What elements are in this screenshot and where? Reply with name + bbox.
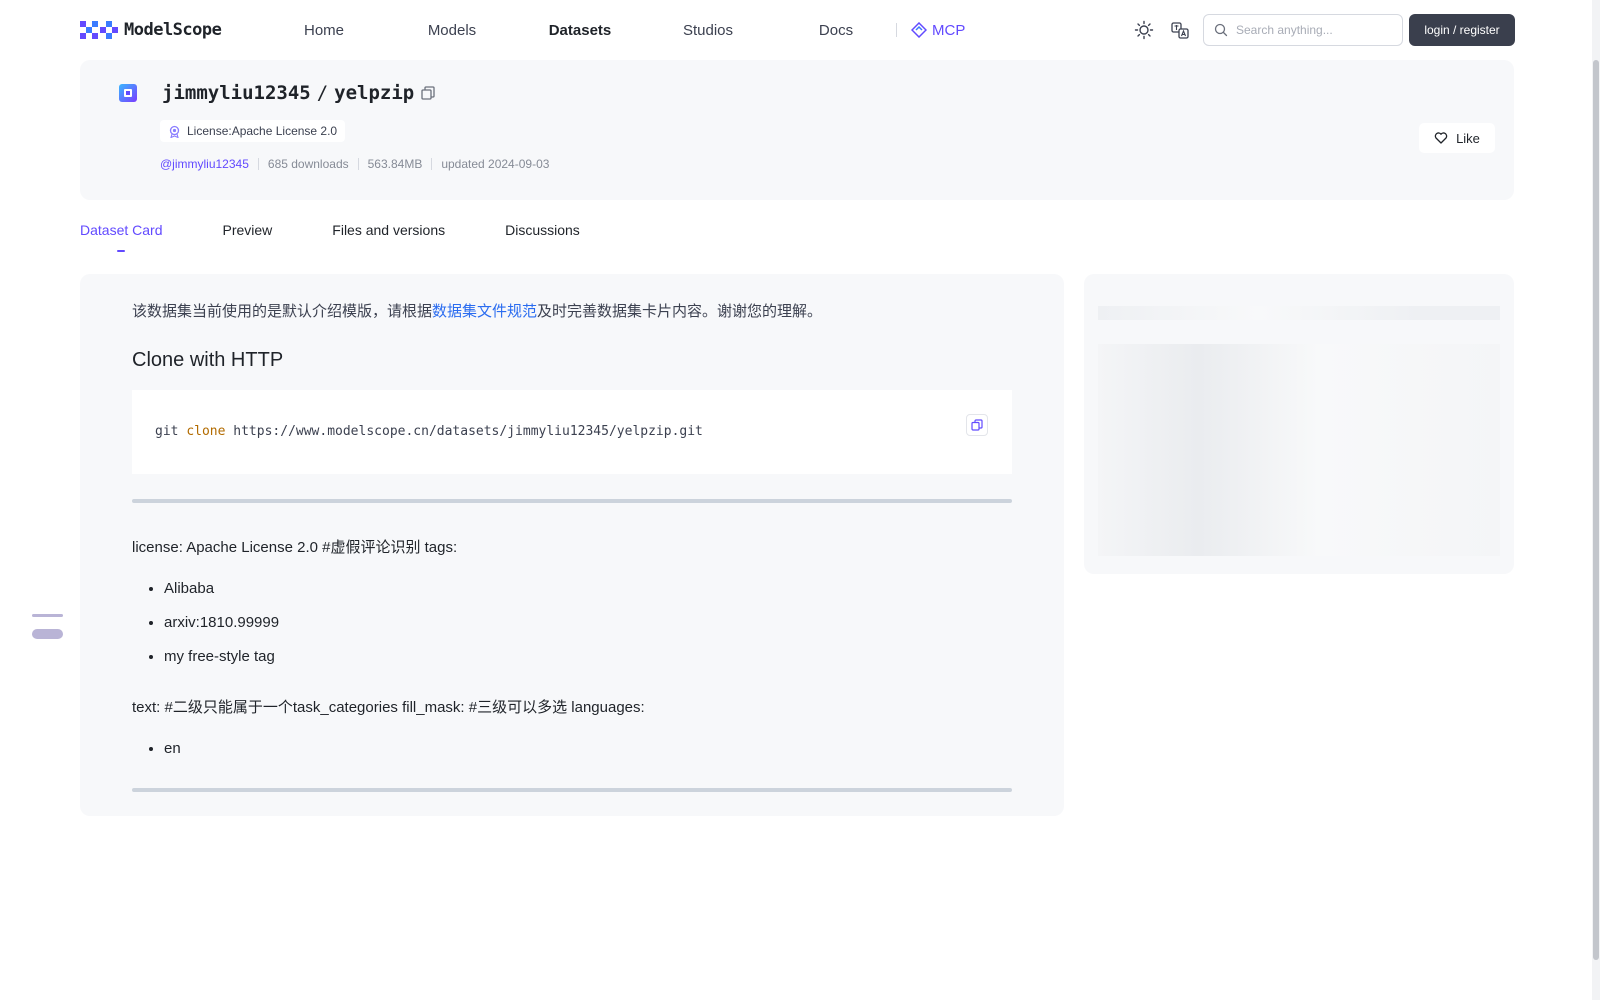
meta-divider (357, 158, 359, 170)
divider (132, 788, 1012, 792)
mcp-icon (911, 22, 927, 38)
dataset-spec-link[interactable]: 数据集文件规范 (432, 303, 537, 320)
toggle-pill-icon (32, 629, 63, 639)
tags-list: Alibaba arxiv:1810.99999 my free-style t… (164, 580, 279, 682)
nav-divider (896, 23, 897, 37)
floating-toc-toggle[interactable] (32, 612, 64, 642)
clone-code-block: git clone https://www.modelscope.cn/data… (132, 390, 1012, 474)
list-item: en (164, 740, 181, 774)
meta-divider (431, 158, 433, 170)
nav-datasets[interactable]: Datasets (516, 22, 644, 39)
sidebar-loading-skeleton (1084, 274, 1514, 574)
logo-icon (80, 21, 118, 39)
nav-studios[interactable]: Studios (644, 22, 772, 39)
tab-preview[interactable]: Preview (222, 222, 272, 256)
logo-text: ModelScope (124, 20, 222, 40)
dataset-card-content: 该数据集当前使用的是默认介绍模版，请根据数据集文件规范及时完善数据集卡片内容。谢… (80, 274, 1064, 816)
tab-dataset-card[interactable]: Dataset Card (80, 222, 162, 256)
nav-mcp-label: MCP (932, 21, 966, 39)
title-separator: / (316, 82, 329, 104)
copy-code-button[interactable] (966, 414, 988, 436)
divider (132, 499, 1012, 503)
notice-text-before: 该数据集当前使用的是默认介绍模版，请根据 (132, 303, 433, 320)
list-item: arxiv:1810.99999 (164, 614, 279, 648)
notice-text-after: 及时完善数据集卡片内容。谢谢您的理解。 (537, 303, 823, 320)
updated-date: updated 2024-09-03 (441, 157, 550, 171)
license-badge-icon (169, 125, 180, 138)
nav-home[interactable]: Home (260, 22, 388, 39)
dataset-header-card: jimmyliu12345 / yelpzip License:Apache L… (80, 60, 1514, 200)
license-tag[interactable]: License:Apache License 2.0 (160, 120, 346, 142)
list-item: Alibaba (164, 580, 279, 614)
search-icon (1214, 23, 1228, 37)
dataset-icon (119, 84, 137, 102)
login-register-button[interactable]: login / register (1409, 14, 1515, 46)
list-item: my free-style tag (164, 648, 279, 682)
clone-command[interactable]: git clone https://www.modelscope.cn/data… (155, 424, 703, 439)
template-notice: 该数据集当前使用的是默认介绍模版，请根据数据集文件规范及时完善数据集卡片内容。谢… (132, 300, 822, 321)
language-switch-icon[interactable] (1170, 20, 1190, 40)
author-link[interactable]: @jimmyliu12345 (160, 157, 249, 171)
text-line: text: #二级只能属于一个task_categories fill_mask… (132, 699, 645, 716)
dataset-name: yelpzip (334, 82, 415, 104)
search-box[interactable] (1203, 14, 1403, 46)
heart-icon (1434, 132, 1448, 144)
dataset-size: 563.84MB (367, 157, 423, 171)
nav-mcp[interactable]: MCP (911, 22, 965, 39)
main-nav: Home Models Datasets Studios Docs MCP (260, 0, 965, 60)
nav-docs[interactable]: Docs (772, 22, 900, 39)
like-label: Like (1456, 130, 1480, 146)
like-button[interactable]: Like (1419, 123, 1495, 153)
license-line: license: Apache License 2.0 #虚假评论识别 tags… (132, 539, 458, 556)
code-clone-keyword: clone (186, 424, 226, 439)
theme-sun-icon[interactable] (1134, 20, 1154, 40)
tab-files-and-versions[interactable]: Files and versions (332, 222, 445, 256)
skeleton-line (1098, 306, 1500, 320)
dataset-owner[interactable]: jimmyliu12345 (162, 82, 311, 104)
meta-divider (257, 158, 259, 170)
nav-models[interactable]: Models (388, 22, 516, 39)
skeleton-block (1098, 344, 1500, 556)
dataset-title: jimmyliu12345 / yelpzip (162, 82, 436, 104)
copy-name-icon[interactable] (420, 85, 436, 101)
code-url: https://www.modelscope.cn/datasets/jimmy… (233, 424, 703, 439)
download-count: 685 downloads (267, 157, 349, 171)
toggle-bar-icon (32, 614, 63, 617)
copy-icon (971, 419, 983, 431)
top-header: ModelScope Home Models Datasets Studios … (0, 0, 1600, 60)
clone-heading: Clone with HTTP (132, 349, 284, 371)
dataset-tabs: Dataset Card Preview Files and versions … (80, 222, 640, 256)
tab-discussions[interactable]: Discussions (505, 222, 580, 256)
license-tag-label: License:Apache License 2.0 (187, 124, 338, 138)
page-scrollbar-thumb[interactable] (1593, 60, 1599, 960)
languages-list: en (164, 740, 181, 774)
code-git: git (155, 424, 179, 439)
dataset-meta: @jimmyliu12345 685 downloads 563.84MB up… (160, 157, 549, 171)
search-input[interactable] (1236, 23, 1396, 37)
modelscope-logo[interactable]: ModelScope (80, 18, 222, 42)
